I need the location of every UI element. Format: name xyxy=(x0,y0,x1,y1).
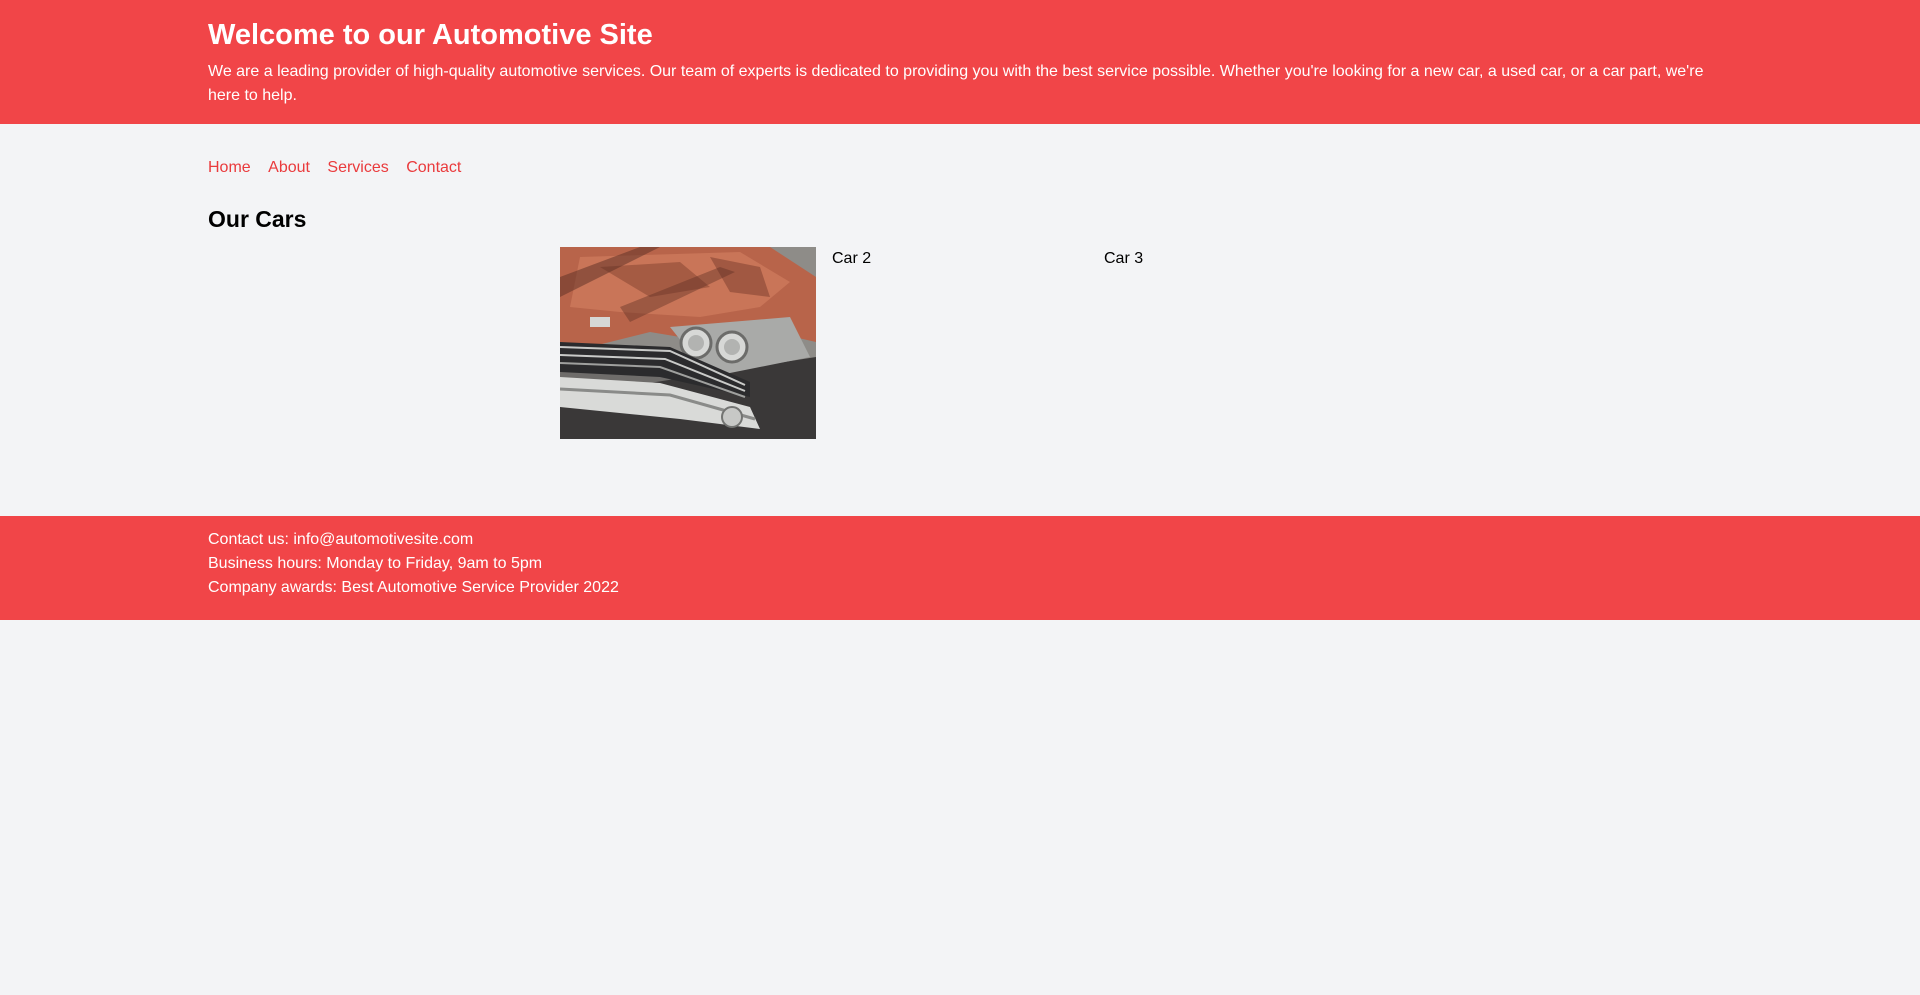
car-3-label: Car 3 xyxy=(1104,250,1144,267)
site-header: Welcome to our Automotive Site We are a … xyxy=(0,0,1920,124)
car-item-2: Car 2 xyxy=(832,247,871,270)
site-footer: Contact us: info@automotivesite.com Busi… xyxy=(0,516,1920,620)
main-nav: Home About Services Contact xyxy=(0,124,1920,204)
car-1-photo xyxy=(560,247,816,439)
cars-section: Our Cars Car 2 Car 3 xyxy=(0,204,1920,516)
intro-text: We are a leading provider of high-qualit… xyxy=(208,63,1704,104)
car-2-label: Car 2 xyxy=(832,250,872,267)
nav-link-services[interactable]: Services xyxy=(327,159,388,176)
nav-link-home[interactable]: Home xyxy=(208,159,251,176)
car-item-3: Car 3 xyxy=(1104,247,1143,270)
car-grid: Car 2 Car 3 xyxy=(208,247,1712,443)
footer-awards: Company awards: Best Automotive Service … xyxy=(208,579,619,596)
page-title: Welcome to our Automotive Site xyxy=(208,19,653,51)
nav-link-about[interactable]: About xyxy=(268,159,310,176)
footer-contact: Contact us: info@automotivesite.com xyxy=(208,531,474,548)
footer-hours: Business hours: Monday to Friday, 9am to… xyxy=(208,555,543,572)
nav-link-contact[interactable]: Contact xyxy=(406,159,461,176)
cars-heading: Our Cars xyxy=(208,206,307,232)
